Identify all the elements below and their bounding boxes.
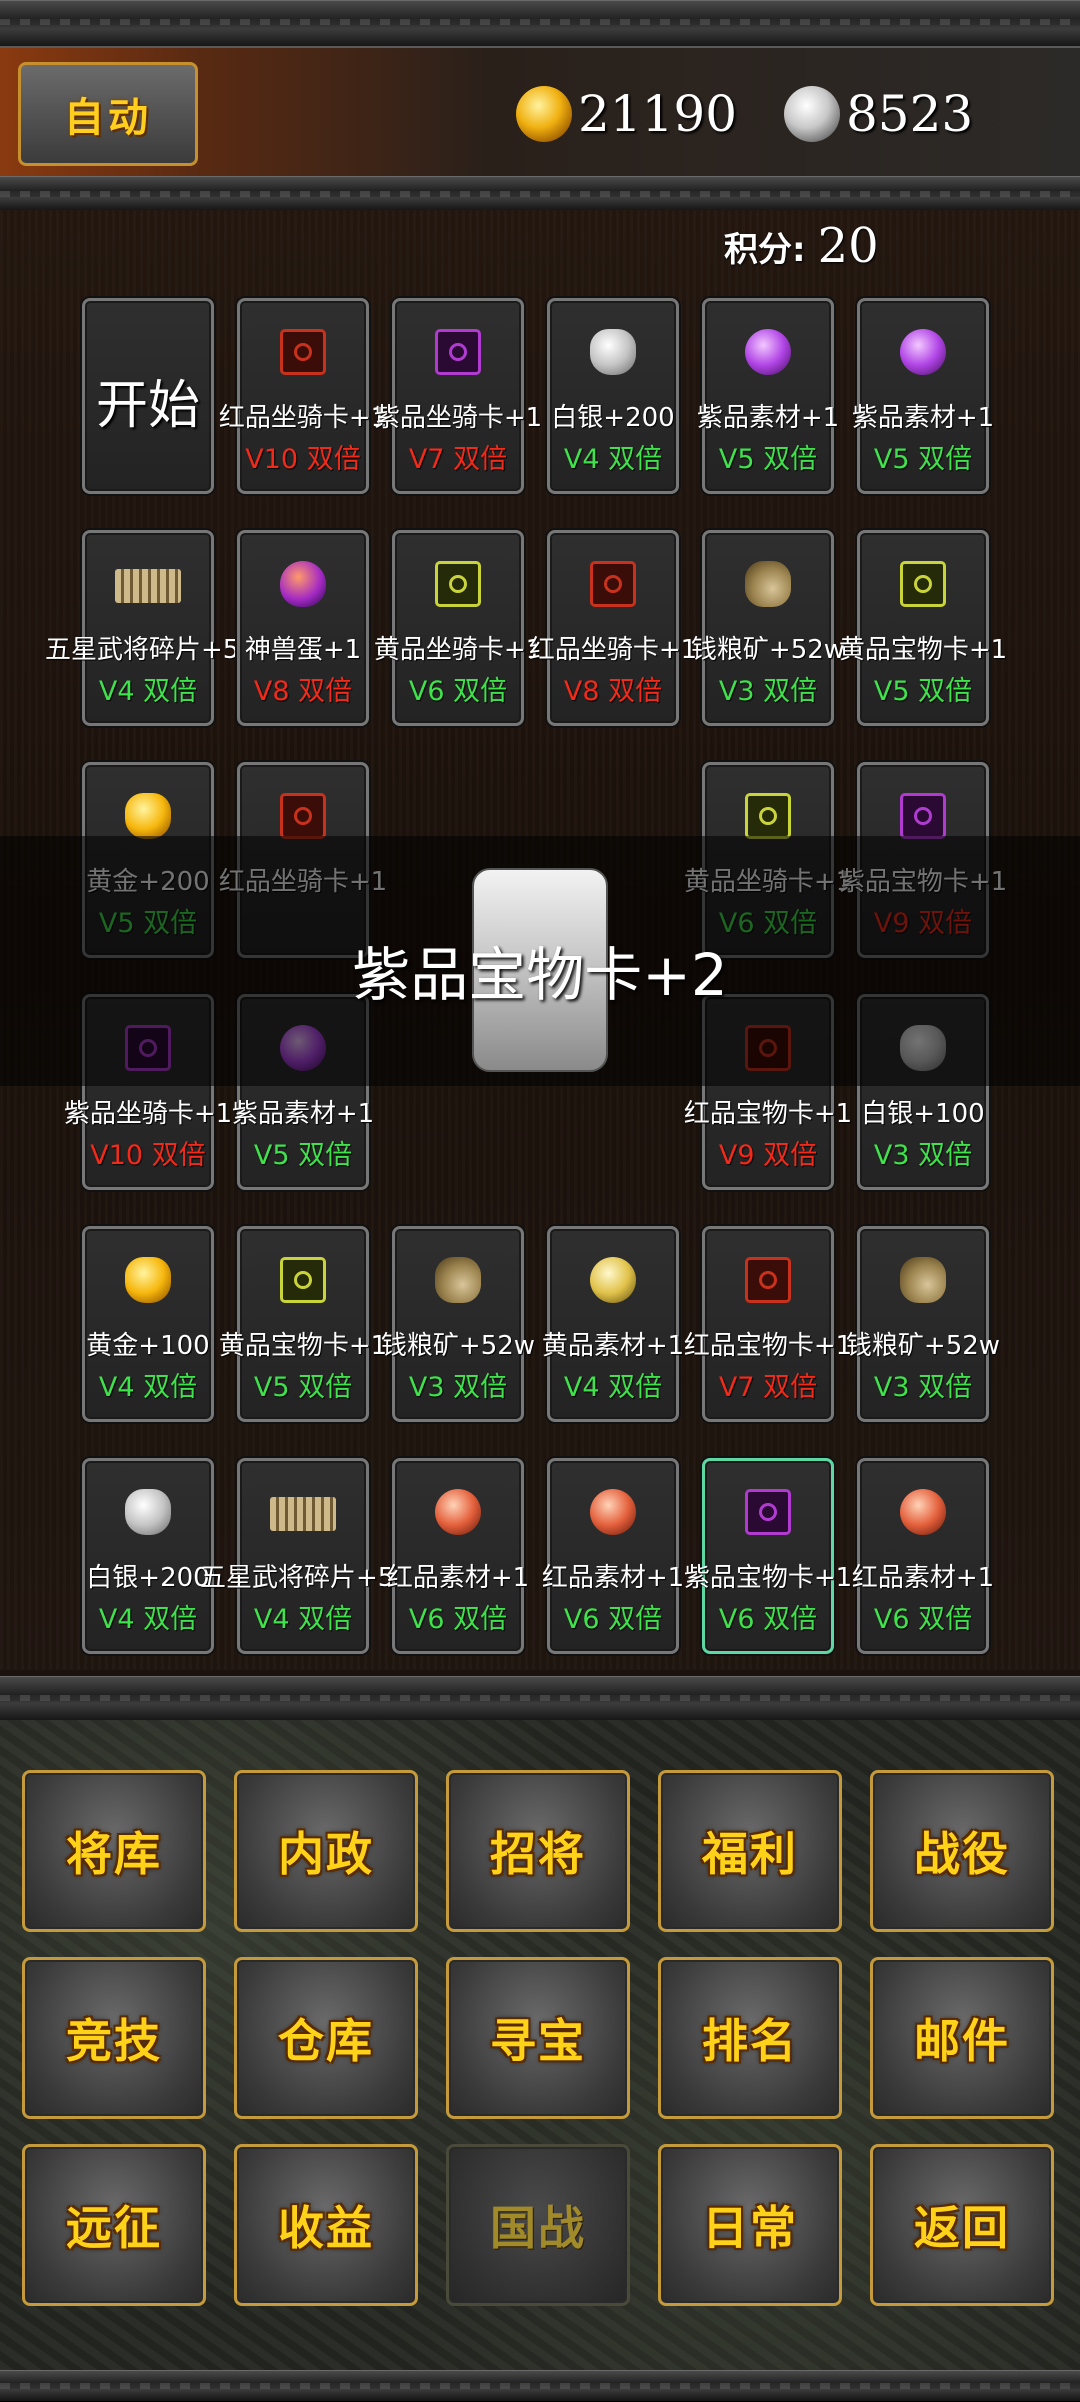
yellow-card-icon <box>745 793 791 839</box>
reward-cell[interactable]: 红品素材+1 V6 双倍 <box>387 1458 529 1654</box>
start-button[interactable]: 开始 <box>82 298 214 494</box>
reward-cell[interactable]: 紫品宝物卡+1 V6 双倍 <box>684 1458 852 1654</box>
menu-button[interactable]: 寻宝 <box>446 1957 630 2119</box>
menu-button[interactable]: 将库 <box>22 1770 206 1932</box>
vip-double-label: V3 双倍 <box>873 1140 973 1171</box>
yellow-card-icon <box>280 1257 326 1303</box>
menu-button[interactable]: 福利 <box>658 1770 842 1932</box>
top-bar: 自动 21190 8523 <box>0 46 1080 180</box>
silver-amount: 8523 <box>846 85 974 143</box>
menu-button[interactable]: 国战 <box>446 2144 630 2306</box>
purple-material-icon <box>745 329 791 375</box>
reward-cell[interactable]: 黄品素材+1 V4 双倍 <box>542 1226 684 1422</box>
reward-cell[interactable]: 红品坐骑卡+1 V10 双倍 <box>219 298 387 494</box>
header-divider <box>0 176 1080 212</box>
red-card-icon <box>280 793 326 839</box>
red-material-icon <box>900 1489 946 1535</box>
grain-ore-icon <box>435 1257 481 1303</box>
purple-card-icon <box>745 1489 791 1535</box>
top-frame <box>0 0 1080 48</box>
menu-button[interactable]: 日常 <box>658 2144 842 2306</box>
red-card-icon <box>745 1257 791 1303</box>
purple-card-icon <box>900 793 946 839</box>
vip-double-label: V3 双倍 <box>873 1372 973 1403</box>
menu-button[interactable]: 排名 <box>658 1957 842 2119</box>
menu-button[interactable]: 招将 <box>446 1770 630 1932</box>
vip-double-label: V5 双倍 <box>873 444 973 475</box>
reward-cell[interactable]: 黄品宝物卡+1 V5 双倍 <box>219 1226 387 1422</box>
vip-double-label: V6 双倍 <box>873 1604 973 1635</box>
reward-name: 紫品素材+1 <box>231 1099 375 1129</box>
reward-name: 黄品宝物卡+1 <box>838 635 1008 665</box>
red-material-icon <box>590 1489 636 1535</box>
start-label: 开始 <box>95 376 200 436</box>
score-display: 积分: 20 <box>724 214 879 278</box>
reward-cell[interactable]: 神兽蛋+1 V8 双倍 <box>237 530 369 726</box>
reward-name: 红品素材+1 <box>851 1563 995 1593</box>
grain-ore-icon <box>900 1257 946 1303</box>
reward-cell[interactable]: 红品素材+1 V6 双倍 <box>852 1458 994 1654</box>
red-card-icon <box>280 329 326 375</box>
silver-ingot-icon <box>590 329 636 375</box>
general-shard-icon <box>270 1497 336 1531</box>
menu-button[interactable]: 远征 <box>22 2144 206 2306</box>
gold-ingot-icon <box>125 793 171 839</box>
silver-currency: 8523 <box>784 76 973 152</box>
grain-ore-icon <box>745 561 791 607</box>
reward-text: 紫品宝物卡+2 <box>352 941 728 1009</box>
score-value: 20 <box>817 218 879 274</box>
reward-cell[interactable]: 紫品坐骑卡+1 V7 双倍 <box>374 298 542 494</box>
beast-egg-icon <box>280 561 326 607</box>
reward-cell[interactable]: 紫品素材+1 V5 双倍 <box>852 298 994 494</box>
reward-cell[interactable]: 钱粮矿+52w V3 双倍 <box>381 1226 535 1422</box>
reward-cell[interactable]: 黄金+100 V4 双倍 <box>82 1226 214 1422</box>
vip-double-label: V5 双倍 <box>873 676 973 707</box>
auto-button[interactable]: 自动 <box>18 62 198 166</box>
reward-cell[interactable]: 钱粮矿+52w V3 双倍 <box>846 1226 1000 1422</box>
menu-divider <box>0 1676 1080 1722</box>
yellow-material-icon <box>590 1257 636 1303</box>
red-material-icon <box>435 1489 481 1535</box>
menu-button[interactable]: 返回 <box>870 2144 1054 2306</box>
yellow-card-icon <box>900 561 946 607</box>
reward-name: 紫品素材+1 <box>851 403 995 433</box>
gold-ingot-icon <box>516 86 572 142</box>
purple-material-icon <box>900 329 946 375</box>
reward-cell[interactable]: 红品宝物卡+1 V7 双倍 <box>684 1226 852 1422</box>
reward-cell[interactable]: 黄品坐骑卡+1V6 双倍 <box>374 530 542 726</box>
purple-card-icon <box>435 329 481 375</box>
reward-name: 钱粮矿+52w <box>845 1331 1001 1361</box>
menu-button[interactable]: 竞技 <box>22 1957 206 2119</box>
gold-amount: 21190 <box>578 85 738 143</box>
menu-button[interactable]: 仓库 <box>234 1957 418 2119</box>
reward-cell[interactable]: 黄品宝物卡+1 V5 双倍 <box>839 530 1007 726</box>
gold-currency: 21190 <box>516 76 737 152</box>
reward-cell[interactable]: 白银+200 V4 双倍 <box>82 1458 214 1654</box>
yellow-card-icon <box>435 561 481 607</box>
reward-cell[interactable]: 红品素材+1 V6 双倍 <box>542 1458 684 1654</box>
reward-cell[interactable]: 红品坐骑卡+1 V8 双倍 <box>529 530 697 726</box>
reward-cell[interactable]: 五星武将碎片+50 V4 双倍 <box>200 1458 411 1654</box>
reward-cell[interactable]: 钱粮矿+52w V3 双倍 <box>691 530 845 726</box>
general-shard-icon <box>115 569 181 603</box>
silver-ingot-icon <box>784 86 840 142</box>
menu-button[interactable]: 邮件 <box>870 1957 1054 2119</box>
gold-ingot-icon <box>125 1257 171 1303</box>
menu-button[interactable]: 战役 <box>870 1770 1054 1932</box>
menu-button[interactable]: 收益 <box>234 2144 418 2306</box>
menu-button[interactable]: 内政 <box>234 1770 418 1932</box>
reward-cell[interactable]: 紫品素材+1 V5 双倍 <box>697 298 839 494</box>
reward-name: 白银+100 <box>861 1099 985 1129</box>
reward-cell[interactable]: 白银+200 V4 双倍 <box>547 298 679 494</box>
vip-double-label: V5 双倍 <box>253 1140 353 1171</box>
reward-cell[interactable]: 五星武将碎片+50 V4 双倍 <box>45 530 256 726</box>
score-label: 积分: <box>724 229 806 270</box>
bottom-frame <box>0 2370 1080 2402</box>
red-card-icon <box>590 561 636 607</box>
silver-ingot-icon <box>125 1489 171 1535</box>
